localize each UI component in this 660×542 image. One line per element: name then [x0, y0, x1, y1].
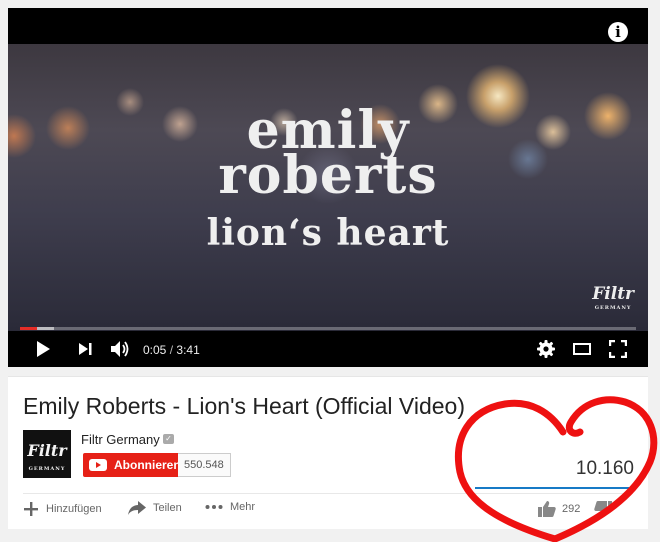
view-count: 10.160	[575, 458, 634, 479]
subscribe-button[interactable]: Abonnieren	[83, 453, 189, 477]
volume-button[interactable]	[108, 337, 132, 361]
share-icon	[128, 501, 146, 515]
time-separator: /	[169, 343, 174, 357]
video-player[interactable]: i emily roberts lion‘s heart Filtr GERMA…	[8, 8, 648, 367]
theater-mode-icon	[573, 343, 591, 355]
settings-button[interactable]	[535, 337, 557, 361]
fullscreen-button[interactable]	[606, 337, 630, 361]
share-label: Teilen	[153, 502, 182, 514]
current-time: 0:05	[143, 343, 167, 357]
next-button[interactable]	[74, 337, 96, 361]
fullscreen-icon	[609, 340, 627, 358]
video-frame[interactable]: emily roberts lion‘s heart Filtr GERMANY	[8, 44, 648, 331]
channel-avatar-logo: Filtr	[27, 441, 67, 460]
info-icon[interactable]: i	[608, 22, 628, 42]
like-count: 292	[562, 503, 581, 515]
thumbs-down-icon[interactable]	[594, 501, 613, 517]
time-display: 0:05 / 3:41	[143, 343, 200, 357]
youtube-logo-icon	[89, 459, 107, 471]
channel-name[interactable]: Filtr Germany	[81, 432, 160, 447]
more-dots-icon	[205, 505, 223, 509]
play-button[interactable]	[32, 337, 54, 361]
subscriber-count: 550.548	[178, 453, 231, 477]
video-title: Emily Roberts - Lion's Heart (Official V…	[23, 393, 465, 419]
sentiment-bar-likes	[475, 487, 630, 489]
thumbs-up-icon[interactable]	[538, 501, 556, 517]
channel-avatar-sub: GERMANY	[28, 466, 66, 472]
subscribe-label: Abonnieren	[114, 458, 181, 472]
verified-icon: ✓	[163, 434, 174, 444]
share-button[interactable]: Teilen	[128, 501, 182, 515]
divider	[23, 493, 633, 494]
video-metadata-card: Emily Roberts - Lion's Heart (Official V…	[8, 376, 648, 529]
more-button[interactable]: Mehr	[205, 501, 255, 513]
plus-icon	[24, 502, 38, 516]
settings-icon	[537, 340, 555, 358]
sentiment-bar	[475, 487, 634, 489]
theater-mode-button[interactable]	[570, 337, 594, 361]
more-label: Mehr	[230, 501, 256, 513]
channel-avatar[interactable]: Filtr GERMANY	[23, 430, 71, 478]
add-to-button[interactable]: Hinzufügen	[23, 501, 102, 517]
player-controls: 0:05 / 3:41	[8, 331, 648, 367]
progress-played	[20, 327, 37, 330]
add-to-label: Hinzufügen	[46, 503, 102, 515]
play-icon	[37, 341, 50, 357]
like-dislike-group: 292	[538, 501, 613, 517]
volume-icon	[111, 341, 129, 357]
progress-bar[interactable]	[20, 327, 636, 330]
video-text-line2: roberts	[218, 145, 438, 206]
channel-watermark[interactable]: Filtr GERMANY	[592, 286, 634, 315]
duration: 3:41	[176, 343, 200, 357]
video-text-line3: lion‘s heart	[206, 212, 450, 254]
video-title-overlay: emily roberts lion‘s heart	[8, 105, 648, 255]
watermark-sub: GERMANY	[594, 305, 632, 311]
next-icon	[79, 343, 92, 355]
